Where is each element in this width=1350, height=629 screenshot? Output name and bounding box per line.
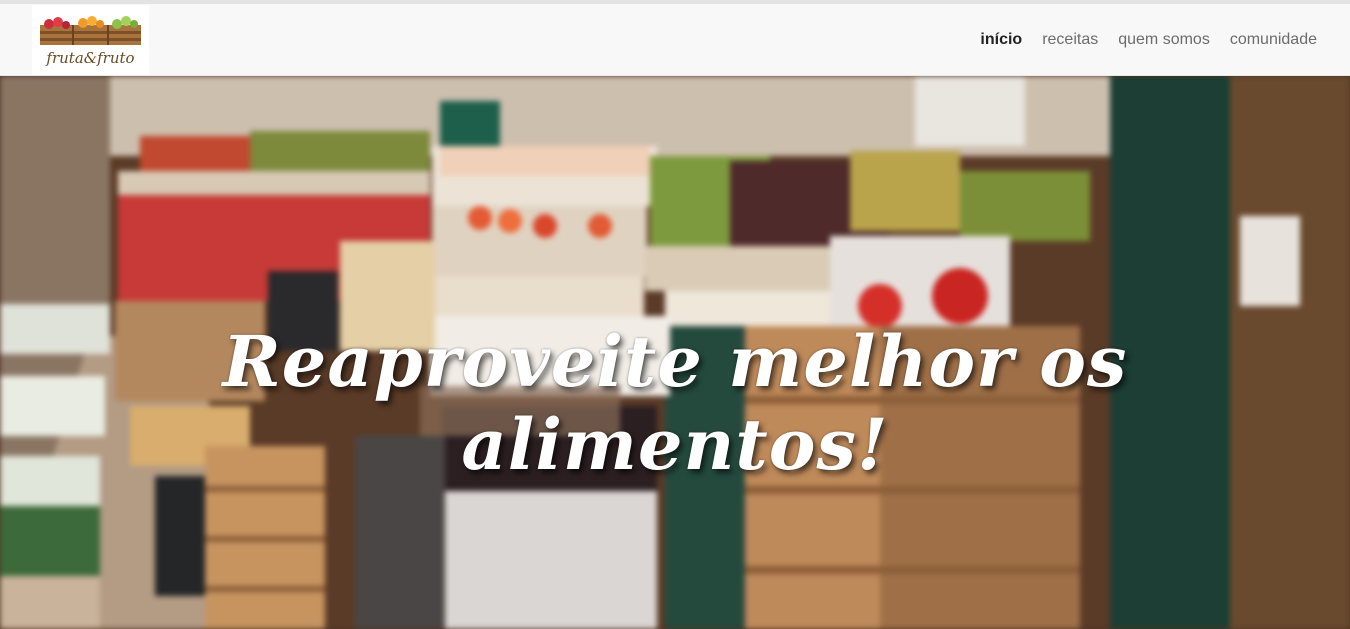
hero-title: Reaproveite melhor os alimentos! (222, 320, 1128, 486)
fruit-crates-icon (40, 16, 141, 45)
nav-link-inicio[interactable]: início (980, 31, 1022, 49)
main-nav: início receitas quem somos comunidade (980, 4, 1317, 76)
brand-wordmark: fruta&fruto (46, 49, 135, 67)
brand-logo[interactable]: fruta&fruto (32, 5, 149, 75)
nav-link-receitas[interactable]: receitas (1042, 31, 1098, 49)
nav-link-comunidade[interactable]: comunidade (1230, 31, 1317, 49)
navbar: fruta&fruto início receitas quem somos c… (0, 4, 1350, 76)
nav-link-quem-somos[interactable]: quem somos (1118, 31, 1210, 49)
hero-banner: Reaproveite melhor os alimentos! (0, 76, 1350, 629)
